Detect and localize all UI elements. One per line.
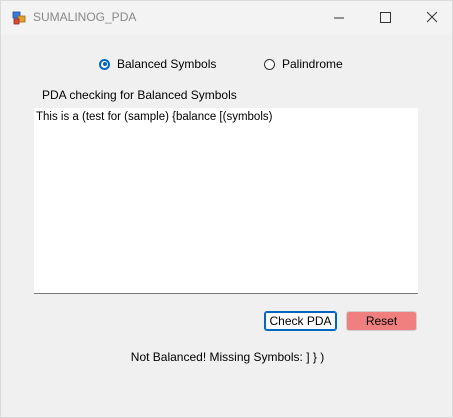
minimize-icon bbox=[334, 17, 344, 19]
maximize-button[interactable] bbox=[362, 1, 408, 35]
reset-button[interactable]: Reset bbox=[346, 311, 417, 331]
check-pda-button[interactable]: Check PDA bbox=[264, 311, 337, 331]
title-bar[interactable]: SUMALINOG_PDA bbox=[1, 1, 452, 35]
result-text: Not Balanced! Missing Symbols: ] } ) bbox=[130, 350, 325, 364]
radio-checked-icon bbox=[99, 58, 110, 70]
close-button[interactable] bbox=[408, 1, 453, 35]
radio-balanced-symbols[interactable]: Balanced Symbols bbox=[99, 56, 216, 72]
radio-palindrome[interactable]: Palindrome bbox=[264, 56, 343, 72]
close-icon bbox=[426, 11, 438, 23]
app-window: SUMALINOG_PDA Balanced Symbols Palindrom… bbox=[0, 0, 453, 418]
minimize-button[interactable] bbox=[316, 1, 362, 35]
radio-palindrome-label: Palindrome bbox=[282, 57, 343, 71]
radio-balanced-label: Balanced Symbols bbox=[117, 57, 217, 71]
radio-unchecked-icon bbox=[264, 58, 275, 70]
window-title: SUMALINOG_PDA bbox=[33, 10, 137, 24]
app-icon bbox=[12, 11, 26, 25]
input-textarea[interactable]: This is a (test for (sample) {balance [(… bbox=[34, 108, 418, 294]
section-label: PDA checking for Balanced Symbols bbox=[42, 88, 237, 102]
maximize-icon bbox=[380, 12, 391, 23]
